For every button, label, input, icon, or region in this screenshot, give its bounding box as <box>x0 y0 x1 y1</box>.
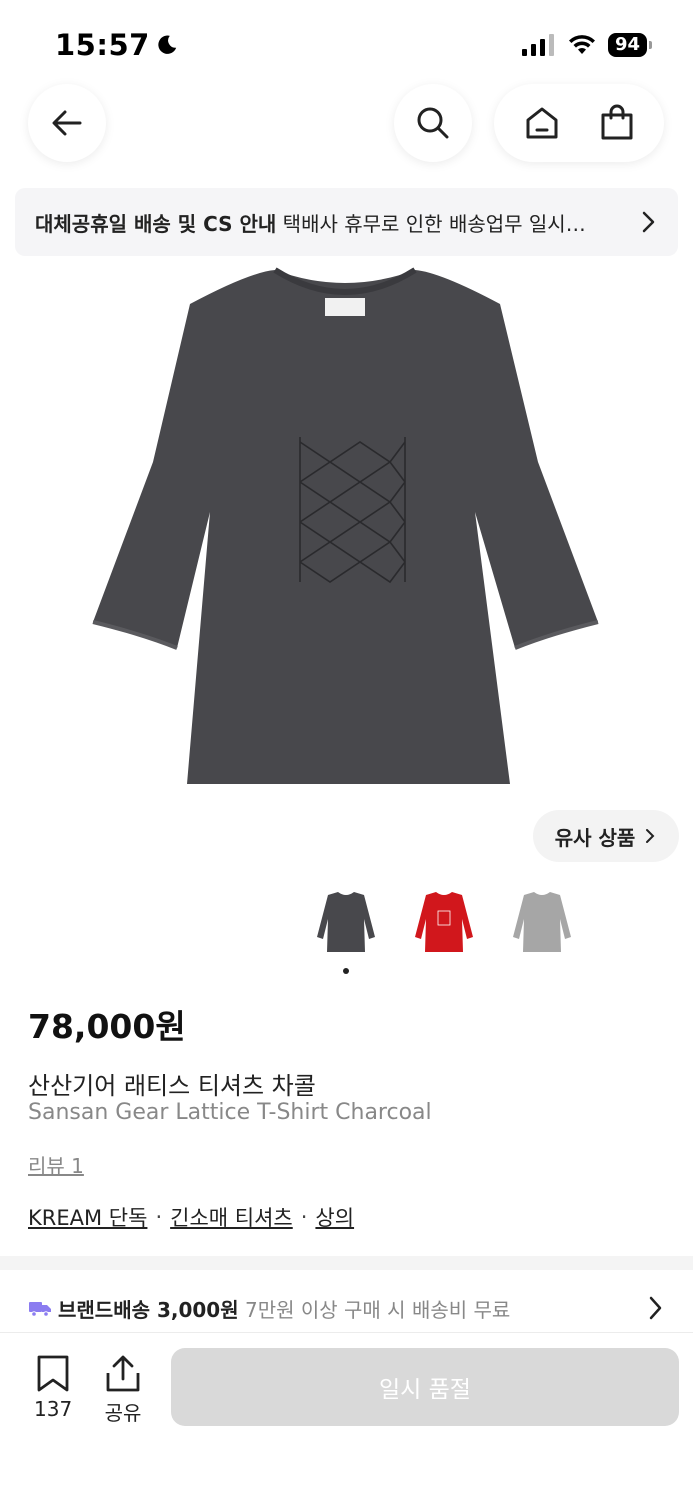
notice-title: 대체공휴일 배송 및 CS 안내 <box>35 211 277 236</box>
home-button[interactable] <box>523 104 561 142</box>
tshirt-red-icon <box>415 892 473 952</box>
status-icons: 94 <box>521 33 653 57</box>
bookmark-count: 137 <box>34 1397 73 1421</box>
tshirt-charcoal-icon <box>317 892 375 952</box>
notice-banner[interactable]: 대체공휴일 배송 및 CS 안내 택배사 휴무로 인한 배송업무 일시… <box>15 188 678 256</box>
section-divider <box>0 1256 693 1270</box>
sold-out-button[interactable]: 일시 품절 <box>171 1348 679 1426</box>
tag-kream-exclusive[interactable]: KREAM 단독 <box>28 1202 147 1232</box>
back-arrow-icon <box>52 110 82 136</box>
bookmark-icon <box>37 1355 69 1392</box>
share-icon <box>106 1355 140 1392</box>
tag-long-sleeve[interactable]: 긴소매 티셔츠 <box>170 1202 293 1232</box>
status-bar: 15:57 94 <box>0 0 693 84</box>
battery-indicator: 94 <box>607 33 653 57</box>
swatch-charcoal[interactable] <box>310 884 382 960</box>
tag-separator: · <box>300 1205 308 1229</box>
wifi-icon <box>568 35 595 54</box>
time-text: 15:57 <box>55 28 150 62</box>
tshirt-image <box>92 267 599 784</box>
home-cart-group <box>494 84 664 162</box>
swatch-gray[interactable] <box>506 884 578 960</box>
product-price: 78,000원 <box>28 1007 186 1046</box>
shipping-label: 브랜드배송 3,000원 <box>58 1297 239 1322</box>
similar-items-label: 유사 상품 <box>554 825 636 850</box>
share-label: 공유 <box>104 1401 142 1425</box>
notice-body: 택배사 휴무로 인한 배송업무 일시… <box>282 211 586 236</box>
home-icon <box>526 107 557 139</box>
signal-icon <box>521 34 554 56</box>
tag-separator: · <box>155 1205 163 1229</box>
search-icon <box>417 107 449 139</box>
back-button[interactable] <box>28 84 106 162</box>
shipping-sub: 7만원 이상 구매 시 배송비 무료 <box>244 1297 511 1322</box>
color-swatches <box>310 884 578 960</box>
selected-indicator <box>343 968 349 974</box>
tag-top[interactable]: 상의 <box>315 1202 354 1232</box>
product-tags: KREAM 단독 · 긴소매 티셔츠 · 상의 <box>28 1202 354 1232</box>
chevron-right-icon <box>642 211 655 233</box>
share-button[interactable]: 공유 <box>104 1355 142 1426</box>
chevron-right-icon <box>649 1296 662 1320</box>
similar-items-button[interactable]: 유사 상품 <box>533 810 679 862</box>
search-button[interactable] <box>394 84 472 162</box>
top-nav <box>0 84 693 162</box>
moon-icon <box>158 35 176 54</box>
shipping-info[interactable]: 브랜드배송 3,000원 7만원 이상 구매 시 배송비 무료 <box>0 1280 693 1336</box>
truck-icon <box>29 1302 51 1317</box>
status-time: 15:57 <box>55 28 178 62</box>
swatch-red[interactable] <box>408 884 480 960</box>
shipping-text: 브랜드배송 3,000원 7만원 이상 구매 시 배송비 무료 <box>58 1294 645 1323</box>
shopping-bag-icon <box>601 104 632 140</box>
chevron-right-icon <box>646 829 655 843</box>
review-link[interactable]: 리뷰 1 <box>28 1150 84 1179</box>
bottom-action-bar: 137 공유 일시 품절 <box>0 1332 693 1500</box>
notice-text: 대체공휴일 배송 및 CS 안내 택배사 휴무로 인한 배송업무 일시… <box>35 208 638 237</box>
product-image[interactable] <box>80 262 610 792</box>
product-title-ko: 산산기어 래티스 티셔츠 차콜 <box>28 1072 316 1100</box>
product-title-en: Sansan Gear Lattice T-Shirt Charcoal <box>28 1100 432 1125</box>
cart-button[interactable] <box>598 104 636 142</box>
bookmark-button[interactable]: 137 <box>34 1355 72 1421</box>
tshirt-gray-icon <box>513 892 571 952</box>
